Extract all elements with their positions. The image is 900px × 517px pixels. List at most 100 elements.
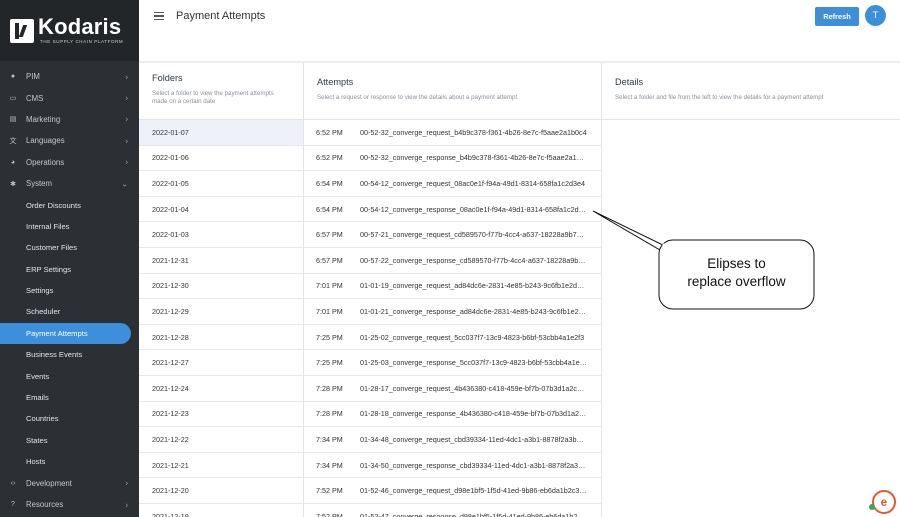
sidebar-subitem-customer-files[interactable]: Customer Files (0, 237, 139, 258)
attempt-row[interactable]: 7:34 PM 01-34-50_converge_response_cbd393… (304, 453, 601, 479)
attempts-title: Attempts (317, 77, 354, 87)
attempt-filename: 01-01-19_converge_request_ad84dc6e-2831-… (360, 281, 587, 291)
sidebar-item-languages[interactable]: 文 Languages › (0, 130, 139, 151)
attempt-row[interactable]: 7:28 PM 01-28-18_converge_response_4b4363… (304, 402, 601, 428)
attempt-time: 7:28 PM (316, 409, 343, 419)
attempt-time: 7:25 PM (316, 332, 343, 342)
sidebar-subitem-erp-settings[interactable]: ERP Settings (0, 259, 139, 280)
help-chat-icon[interactable]: e (872, 490, 896, 514)
folders-header: Folders Select a folder to view the paym… (139, 63, 303, 120)
attempt-filename: 01-28-17_converge_request_4b436380-c418-… (360, 383, 587, 393)
folder-row[interactable]: 2021-12-28 (139, 325, 303, 351)
sidebar-subitem-order-discounts[interactable]: Order Discounts (0, 194, 139, 215)
chevron-down-icon: ⌄ (121, 179, 128, 189)
chevron-right-icon: › (125, 93, 128, 103)
folder-row[interactable]: 2022-01-03 (139, 222, 303, 248)
attempt-row[interactable]: 6:54 PM 00-54-12_converge_request_08ac0e1… (304, 171, 601, 197)
gear-icon: ✱ (10, 180, 16, 188)
sidebar-subitem-payment-attempts[interactable]: Payment Attempts (0, 322, 131, 345)
sidebar-item-label: Development (26, 478, 72, 488)
online-status-dot (869, 504, 875, 510)
folder-row[interactable]: 2021-12-31 (139, 248, 303, 274)
attempt-row[interactable]: 7:28 PM 01-28-17_converge_request_4b43638… (304, 376, 601, 402)
attempt-row[interactable]: 6:54 PM 00-54-12_converge_response_08ac0e… (304, 197, 601, 223)
attempt-row[interactable]: 7:52 PM 01-52-46_converge_request_d98e1bf… (304, 478, 601, 504)
sidebar-subitem-states[interactable]: States (0, 430, 139, 451)
attempt-time: 6:57 PM (316, 255, 343, 265)
folder-row[interactable]: 2022-01-07 (139, 120, 303, 146)
sidebar-item-operations[interactable]: ◕ Operations › (0, 152, 139, 173)
attempt-row[interactable]: 6:52 PM 00-52-32_converge_request_b4b9c37… (304, 120, 601, 146)
attempt-filename: 00-54-12_converge_response_08ac0e1f-f94a… (360, 204, 587, 214)
attempt-row[interactable]: 7:25 PM 01-25-02_converge_request_5cc037f… (304, 325, 601, 351)
folder-row[interactable]: 2021-12-21 (139, 453, 303, 479)
sidebar-item-label: Languages (26, 136, 65, 146)
attempt-row[interactable]: 7:52 PM 01-52-47_converge_response_d98e1b… (304, 504, 601, 517)
sidebar-subitem-business-events[interactable]: Business Events (0, 344, 139, 365)
sidebar: Kodaris THE SUPPLY CHAIN PLATFORM ● PIM › ▭… (0, 0, 139, 517)
folder-row[interactable]: 2022-01-06 (139, 146, 303, 172)
code-icon: ‹› (10, 479, 16, 487)
sidebar-subitem-hosts[interactable]: Hosts (0, 451, 139, 472)
sidebar-item-cms[interactable]: ▭ CMS › (0, 87, 139, 108)
folder-row[interactable]: 2021-12-22 (139, 427, 303, 453)
sidebar-subitem-internal-files[interactable]: Internal Files (0, 216, 139, 237)
callout-text: Elipses to replace overflow (660, 255, 813, 291)
attempt-time: 6:57 PM (316, 230, 343, 240)
attempt-row[interactable]: 6:57 PM 00-57-21_converge_request_cd58957… (304, 222, 601, 248)
sidebar-subitem-scheduler[interactable]: Scheduler (0, 301, 139, 322)
attempt-row[interactable]: 7:25 PM 01-25-03_converge_response_5cc037… (304, 350, 601, 376)
chevron-right-icon: › (125, 72, 128, 82)
logo[interactable]: Kodaris THE SUPPLY CHAIN PLATFORM (0, 0, 139, 61)
attempt-filename: 01-34-50_converge_response_cbd39334-11ed… (360, 460, 587, 470)
attempt-filename: 00-52-32_converge_request_b4b9c378-f361-… (360, 127, 587, 137)
sidebar-item-label: Marketing (26, 114, 61, 124)
details-header: Details Select a folder and file from th… (602, 63, 900, 120)
folder-row[interactable]: 2022-01-05 (139, 171, 303, 197)
sidebar-item-label: CMS (26, 93, 44, 103)
refresh-button[interactable]: Refresh (815, 7, 859, 26)
tag-icon: ● (10, 73, 16, 81)
attempt-row[interactable]: 7:01 PM 01-01-19_converge_request_ad84dc6… (304, 274, 601, 300)
attempt-row[interactable]: 7:01 PM 01-01-21_converge_response_ad84dc… (304, 299, 601, 325)
sidebar-item-pim[interactable]: ● PIM › (0, 66, 139, 87)
folders-title: Folders (152, 73, 183, 83)
sidebar-item-marketing[interactable]: ▤ Marketing › (0, 109, 139, 130)
folder-row[interactable]: 2021-12-20 (139, 478, 303, 504)
folder-row[interactable]: 2021-12-30 (139, 274, 303, 300)
folder-row[interactable]: 2021-12-24 (139, 376, 303, 402)
sidebar-subitem-settings[interactable]: Settings (0, 280, 139, 301)
attempt-filename: 01-34-48_converge_request_cbd39334-11ed-… (360, 434, 587, 444)
attempt-time: 6:54 PM (316, 178, 343, 188)
attempt-row[interactable]: 6:52 PM 00-52-32_converge_response_b4b9c3… (304, 146, 601, 172)
user-avatar[interactable]: T (865, 5, 886, 26)
sidebar-nav: ● PIM › ▭ CMS › ▤ Marketing › 文 Languages › ◕ Operati… (0, 61, 139, 515)
sidebar-subitem-events[interactable]: Events (0, 365, 139, 386)
attempt-time: 6:54 PM (316, 204, 343, 214)
folder-row[interactable]: 2021-12-23 (139, 402, 303, 428)
callout-line-2: replace overflow (687, 273, 786, 289)
folder-row[interactable]: 2021-12-29 (139, 299, 303, 325)
attempts-panel: Attempts Select a request or response to… (304, 63, 602, 517)
attempt-row[interactable]: 6:57 PM 00-57-22_converge_response_cd5895… (304, 248, 601, 274)
sidebar-subitem-emails[interactable]: Emails (0, 387, 139, 408)
attempt-time: 7:52 PM (316, 486, 343, 496)
folder-row[interactable]: 2021-12-19 (139, 504, 303, 517)
sidebar-item-system[interactable]: ✱ System ⌄ (0, 173, 139, 194)
sidebar-subitem-countries[interactable]: Countries (0, 408, 139, 429)
brand-tagline: THE SUPPLY CHAIN PLATFORM (40, 39, 124, 45)
sidebar-item-label: Resources (26, 500, 64, 509)
sidebar-item-resources[interactable]: ? Resources › (0, 494, 139, 515)
chevron-right-icon: › (125, 157, 128, 167)
attempts-subtitle: Select a request or response to view the… (317, 94, 518, 101)
folder-row[interactable]: 2022-01-04 (139, 197, 303, 223)
attempt-filename: 01-25-03_converge_response_5cc037f7-13c9… (360, 358, 587, 368)
menu-toggle-icon[interactable] (154, 12, 164, 20)
chevron-right-icon: › (125, 136, 128, 146)
top-header: Payment Attempts Refresh T (139, 0, 900, 61)
sidebar-item-development[interactable]: ‹› Development › (0, 472, 139, 493)
folder-row[interactable]: 2021-12-27 (139, 350, 303, 376)
monitor-icon: ▭ (9, 95, 17, 103)
attempt-row[interactable]: 7:34 PM 01-34-48_converge_request_cbd3933… (304, 427, 601, 453)
attempt-time: 7:25 PM (316, 358, 343, 368)
